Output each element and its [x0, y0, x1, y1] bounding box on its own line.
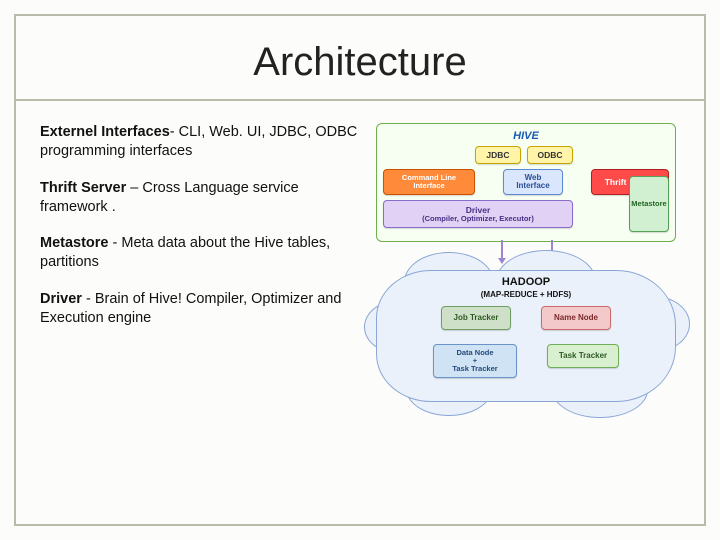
name-node-box: Name Node	[541, 306, 611, 330]
bullet-label: Thrift Server	[40, 180, 126, 196]
hadoop-title: HADOOP	[376, 276, 676, 288]
bullet-external-interfaces: Externel Interfaces- CLI, Web. UI, JDBC,…	[40, 123, 360, 161]
bullet-label: Externel Interfaces	[40, 124, 170, 140]
jdbc-box: JDBC	[475, 146, 521, 164]
hive-row-driver: Driver (Compiler, Optimizer, Executor)	[383, 200, 669, 228]
web-interface-box: Web Interface	[503, 169, 563, 195]
data-node-box: Data Node + Task Tracker	[433, 344, 517, 378]
bullet-metastore: Metastore - Meta data about the Hive tab…	[40, 234, 360, 272]
text-column: Externel Interfaces- CLI, Web. UI, JDBC,…	[40, 123, 360, 402]
task-tracker-box: Task Tracker	[547, 344, 619, 368]
hive-title: HIVE	[383, 130, 669, 142]
slide: Architecture Externel Interfaces- CLI, W…	[0, 0, 720, 540]
odbc-box: ODBC	[527, 146, 573, 164]
driver-sub-label: (Compiler, Optimizer, Executor)	[422, 215, 534, 223]
datanode-line2: Task Tracker	[452, 365, 497, 373]
driver-box: Driver (Compiler, Optimizer, Executor)	[383, 200, 573, 228]
job-tracker-box: Job Tracker	[441, 306, 511, 330]
bullet-driver: Driver - Brain of Hive! Compiler, Optimi…	[40, 290, 360, 328]
bullet-label: Metastore	[40, 235, 109, 251]
hive-row-connectors: JDBC ODBC	[383, 146, 669, 164]
slide-frame: Architecture Externel Interfaces- CLI, W…	[14, 14, 706, 526]
hive-row-interfaces: Command Line Interface Web Interface Thr…	[383, 169, 669, 195]
hadoop-row-masters: Job Tracker Name Node	[376, 306, 676, 330]
hadoop-cloud: HADOOP (MAP-REDUCE + HDFS) Job Tracker N…	[376, 270, 676, 402]
diagram-column: HIVE JDBC ODBC Command Line Interface We…	[372, 123, 680, 402]
metastore-wrap: Metastore	[629, 176, 669, 232]
hadoop-row-workers: Data Node + Task Tracker Task Tracker	[376, 344, 676, 378]
metastore-box: Metastore	[629, 176, 669, 232]
architecture-diagram: HIVE JDBC ODBC Command Line Interface We…	[376, 123, 676, 402]
content-area: Externel Interfaces- CLI, Web. UI, JDBC,…	[16, 101, 704, 412]
cli-box: Command Line Interface	[383, 169, 475, 195]
hadoop-subtitle: (MAP-REDUCE + HDFS)	[376, 290, 676, 299]
bullet-thrift-server: Thrift Server – Cross Language service f…	[40, 179, 360, 217]
hive-container: HIVE JDBC ODBC Command Line Interface We…	[376, 123, 676, 242]
slide-title: Architecture	[16, 16, 704, 99]
bullet-label: Driver	[40, 291, 82, 307]
